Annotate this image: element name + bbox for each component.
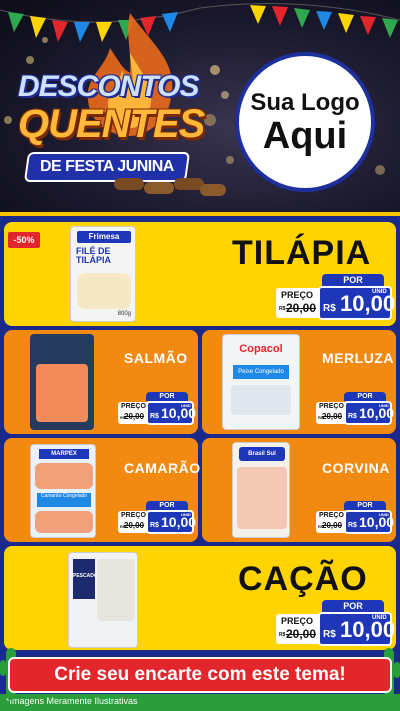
currency: R$ <box>150 522 159 529</box>
header-banner: DESCONTOS QUENTES DE FESTA JUNINA Sua Lo… <box>0 0 400 212</box>
old-price: 20,00 <box>322 521 343 530</box>
new-price-box: R$ 10,00 UNID <box>146 510 196 534</box>
price-tag-corvina: POR PREÇO R$ 20,00 R$ 10,00 UNID <box>316 501 394 537</box>
old-price-box: PREÇO R$ 20,00 <box>276 288 324 318</box>
product-name-camarao: CAMARÃO <box>124 460 201 476</box>
package-brand: Copacol <box>239 343 283 355</box>
por-label: POR <box>344 501 386 510</box>
package-label: FILÉ DE TILÁPIA <box>76 246 111 265</box>
store-logo-placeholder: Sua Logo Aqui <box>235 52 375 192</box>
create-flyer-button[interactable]: Crie seu encarte com este tema! <box>8 657 392 693</box>
title-line-1: DESCONTOS <box>18 70 199 103</box>
preco-label: PREÇO <box>281 616 314 626</box>
package-label: PESCADOS <box>73 559 101 599</box>
footer-bar: *Imagens Meramente Ilustrativas <box>0 694 400 711</box>
price-tag-merluza: POR PREÇO R$ 20,00 R$ 10,00 UNID <box>316 392 394 428</box>
bonfire-logs-icon <box>114 178 226 196</box>
product-image-merluza: Copacol Peixe Congelado <box>222 334 300 430</box>
old-currency: R$ <box>279 632 286 638</box>
shrimp-graphic-2 <box>35 511 93 533</box>
currency: R$ <box>323 303 336 314</box>
package-brand: MARPEX <box>39 449 89 459</box>
shrimp-graphic <box>35 463 93 489</box>
new-price-box: R$ 10,00 UNID <box>344 401 394 425</box>
old-price: 20,00 <box>124 412 145 421</box>
price-tag-camarao: POR PREÇO R$ 20,00 R$ 10,00 UNID <box>118 501 196 537</box>
currency: R$ <box>348 522 357 529</box>
new-price-box: R$ 10,00 UNID <box>344 510 394 534</box>
old-price-box: PREÇO R$ 20,00 <box>276 614 324 644</box>
por-label: POR <box>322 600 384 612</box>
currency: R$ <box>150 413 159 420</box>
promo-title: DESCONTOS QUENTES <box>18 70 205 146</box>
product-image-tilapia: Frimesa FILÉ DE TILÁPIA 800g <box>70 226 136 322</box>
product-name-cacao: CAÇÃO <box>238 560 368 598</box>
product-name-merluza: MERLUZA <box>322 350 394 366</box>
por-label: POR <box>146 501 188 510</box>
package-weight: 800g <box>117 311 131 317</box>
price-tag-cacao: POR PREÇO R$ 20,00 R$ 10,00 UNID <box>276 600 395 648</box>
por-label: POR <box>344 392 386 401</box>
package-label: Camarão Congelado <box>37 493 91 507</box>
discount-badge: -50% <box>8 232 40 248</box>
footer-disclaimer: *Imagens Meramente Ilustrativas <box>6 696 138 706</box>
currency: R$ <box>348 413 357 420</box>
product-name-tilapia: TILÁPIA <box>232 234 372 272</box>
preco-label: PREÇO <box>319 512 344 519</box>
salmon-fillet-graphic <box>36 364 88 422</box>
package-label: Peixe Congelado <box>233 365 289 379</box>
package-brand: Frimesa <box>77 231 131 243</box>
preco-label: PREÇO <box>319 403 344 410</box>
product-image-camarao: MARPEX Camarão Congelado <box>30 444 96 538</box>
unit-label: UNID <box>379 403 389 408</box>
old-currency: R$ <box>279 306 286 312</box>
currency: R$ <box>323 629 336 640</box>
unit-label: UNID <box>372 615 387 621</box>
product-image-salmao <box>30 334 94 430</box>
logo-line-2: Aqui <box>262 115 348 157</box>
cta-label: Crie seu encarte com este tema! <box>54 664 346 685</box>
por-label: POR <box>146 392 188 401</box>
logo-line-1: Sua Logo <box>250 89 360 116</box>
product-image-corvina: Brasil Sul <box>232 442 290 538</box>
product-name-corvina: CORVINA <box>322 460 390 476</box>
unit-label: UNID <box>181 512 191 517</box>
fish-steak-graphic <box>97 559 135 621</box>
header-divider <box>0 212 400 216</box>
old-price: 20,00 <box>286 301 317 315</box>
old-price: 20,00 <box>124 521 145 530</box>
fish-fillet-graphic <box>77 273 131 309</box>
price-tag-salmao: POR PREÇO R$ 20,00 R$ 10,00 UNID <box>118 392 196 428</box>
old-price: 20,00 <box>322 412 343 421</box>
preco-label: PREÇO <box>121 403 146 410</box>
price-tag-tilapia: POR PREÇO R$ 20,00 R$ 10,00 UNID <box>276 274 395 322</box>
unit-label: UNID <box>372 289 387 295</box>
unit-label: UNID <box>181 403 191 408</box>
preco-label: PREÇO <box>121 512 146 519</box>
preco-label: PREÇO <box>281 290 314 300</box>
fish-fillet-graphic <box>231 385 291 415</box>
unit-label: UNID <box>379 512 389 517</box>
package-brand: Brasil Sul <box>239 447 285 461</box>
title-line-2: QUENTES <box>18 102 205 146</box>
new-price-box: R$ 10,00 UNID <box>146 401 196 425</box>
product-name-salmao: SALMÃO <box>124 350 188 366</box>
product-image-cacao: PESCADOS <box>68 552 138 648</box>
fish-graphic <box>237 467 287 529</box>
old-price: 20,00 <box>286 627 317 641</box>
new-price-box: R$ 10,00 UNID <box>318 286 395 320</box>
por-label: POR <box>322 274 384 286</box>
